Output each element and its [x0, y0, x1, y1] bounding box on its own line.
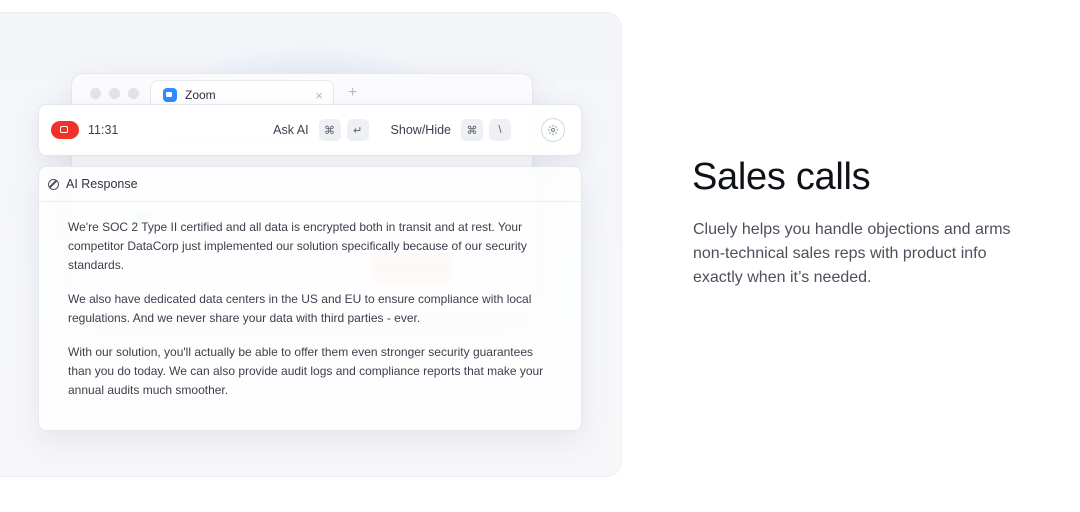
- tab-title: Zoom: [185, 88, 216, 102]
- feature-title: Sales calls: [692, 156, 871, 198]
- maximize-window-dot[interactable]: [128, 88, 139, 99]
- window-controls: [90, 88, 139, 99]
- tab-close-icon[interactable]: ×: [315, 88, 323, 103]
- gear-icon[interactable]: [541, 118, 565, 142]
- page: Zoom × + 11:31 Ask AI ⌘ ↵ Show/Hide ⌘ \: [0, 0, 1080, 512]
- stop-recording-button[interactable]: [51, 121, 79, 139]
- command-key-icon: ⌘: [461, 119, 483, 141]
- enter-key-icon: ↵: [346, 119, 369, 141]
- ask-ai-label[interactable]: Ask AI: [273, 123, 308, 137]
- response-paragraph: With our solution, you'll actually be ab…: [68, 345, 544, 397]
- ai-response-header: AI Response: [39, 167, 581, 202]
- response-paragraph: We're SOC 2 Type II certified and all da…: [68, 220, 527, 272]
- close-window-dot[interactable]: [90, 88, 101, 99]
- command-key-icon: ⌘: [318, 119, 341, 141]
- zoom-icon: [163, 88, 177, 102]
- ai-response-title: AI Response: [66, 177, 138, 191]
- ai-response-body: We're SOC 2 Type II certified and all da…: [39, 202, 581, 400]
- show-hide-label[interactable]: Show/Hide: [391, 123, 451, 137]
- ai-response-icon: [48, 178, 59, 190]
- backslash-key-icon: \: [489, 119, 511, 141]
- control-bar: 11:31 Ask AI ⌘ ↵ Show/Hide ⌘ \: [38, 104, 582, 156]
- response-paragraph: We also have dedicated data centers in t…: [68, 292, 532, 325]
- ai-response-card: AI Response We're SOC 2 Type II certifie…: [38, 166, 582, 431]
- call-timer: 11:31: [88, 123, 119, 137]
- feature-description: Cluely helps you handle objections and a…: [693, 221, 1011, 286]
- minimize-window-dot[interactable]: [109, 88, 120, 99]
- new-tab-icon[interactable]: +: [348, 84, 357, 102]
